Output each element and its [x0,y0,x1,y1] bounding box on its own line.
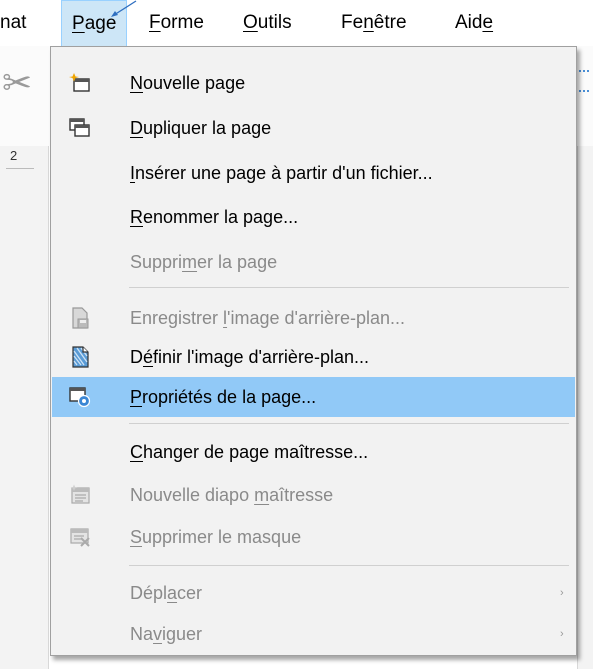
menu-item-label: Déplacer [130,573,202,613]
menu-item-enregistrer-image-arriere-plan[interactable]: Enregistrer l'image d'arrière-plan... [52,298,575,338]
label-pre: D [130,347,143,367]
menu-item-nouvelle-page[interactable]: Nouvelle page [52,63,575,103]
label-post: upprimer le masque [142,527,302,547]
submenu-arrow-icon: › [560,587,564,599]
menu-fenetre-mnemonic: n [363,12,374,33]
menu-page-mnemonic: P [72,13,85,34]
label-mnemonic: é [143,347,154,367]
menu-fenetre[interactable]: Fenêtre [341,0,407,46]
menu-bar: nat Page Forme Outils Fenêtre Aide [0,0,593,47]
label-post: ropriétés de la page... [142,387,317,407]
menu-outils-label: utils [257,12,292,33]
menu-item-label: Supprimer la page [130,242,277,282]
label-mnemonic: a [167,583,178,603]
label-mnemonic: P [130,387,143,407]
label-post: upliquer la page [143,118,272,138]
pointer-arrow-icon [111,0,137,17]
label-post: er la page [197,252,278,272]
label-pre: Dépl [130,583,168,603]
menu-item-label: Changer de page maîtresse... [130,432,368,472]
label-mnemonic: R [130,207,143,227]
save-background-icon [72,307,89,329]
vertical-ruler [0,146,49,669]
grid-icon[interactable] [575,70,589,92]
menu-aide-mnemonic: e [482,12,494,33]
menu-item-changer-page-maitresse[interactable]: Changer de page maîtresse... [52,432,575,472]
menu-item-label: Propriétés de la page... [130,377,316,417]
set-background-icon [72,346,89,368]
menu-format-label: nat [0,12,27,33]
duplicate-page-icon [69,118,90,137]
menu-aide-pre: Aid [455,12,483,33]
vertical-scrollbar[interactable] [577,146,593,669]
label-post: iguer [162,624,203,644]
menu-item-definir-image-arriere-plan[interactable]: Définir l'image d'arrière-plan... [52,337,575,377]
page-menu-dropdown: Nouvelle page Dupliquer la page Insérer … [50,46,577,656]
label-post: hanger de page maîtresse... [143,442,369,462]
menu-item-dupliquer-page[interactable]: Dupliquer la page [52,108,575,148]
submenu-arrow-icon: › [560,628,564,640]
label-pre: Suppri [130,252,183,272]
label-mnemonic: v [153,624,163,644]
menu-outils[interactable]: Outils [243,0,292,46]
menu-fenetre-pre: Fe [341,12,364,33]
menu-item-supprimer-masque[interactable]: Supprimer le masque [52,517,575,557]
label-post: ouvelle page [143,73,246,93]
page-properties-icon [69,387,91,408]
menu-item-label: Naviguer [130,614,202,654]
cut-icon[interactable]: ✂ [2,62,32,104]
menu-item-label: Nouvelle page [130,63,245,103]
menu-forme[interactable]: Forme [149,0,204,46]
ruler-number: 2 [10,148,18,163]
label-mnemonic: m [182,252,198,272]
label-pre: Enregistrer [130,308,224,328]
menu-item-deplacer[interactable]: Déplacer › [52,573,575,613]
menu-separator [129,287,569,288]
menu-item-proprietes-page[interactable]: Propriétés de la page... [52,377,575,417]
menu-item-nouvelle-diapo-maitresse[interactable]: Nouvelle diapo maîtresse [52,475,575,515]
menu-format[interactable]: nat [0,0,26,46]
label-pre: Na [130,624,154,644]
menu-outils-mnemonic: O [243,12,258,33]
delete-master-icon [70,528,90,547]
menu-item-label: Renommer la page... [130,197,298,237]
label-mnemonic: C [130,442,143,462]
new-page-icon [69,73,90,92]
label-post: finir l'image d'arrière-plan... [153,347,369,367]
label-post: 'image d'arrière-plan... [227,308,405,328]
label-pre: Nouvelle diapo [130,485,255,505]
menu-item-label: Définir l'image d'arrière-plan... [130,337,369,377]
menu-fenetre-post: être [373,12,407,33]
menu-aide[interactable]: Aide [455,0,493,46]
menu-item-renommer-page[interactable]: Renommer la page... [52,197,575,237]
menu-item-label: Supprimer le masque [130,517,301,557]
menu-separator [129,565,569,566]
menu-item-label: Dupliquer la page [130,108,271,148]
label-mnemonic: S [130,527,143,547]
label-mnemonic: D [130,118,143,138]
new-master-slide-icon [70,484,90,504]
menu-item-naviguer[interactable]: Naviguer › [52,614,575,654]
label-post: aîtresse [269,485,334,505]
label-post: nsérer une page à partir d'un fichier... [135,163,433,183]
menu-item-supprimer-page[interactable]: Supprimer la page [52,242,575,282]
ruler-divider [6,168,34,169]
label-post: enommer la page... [143,207,299,227]
menu-item-label: Insérer une page à partir d'un fichier..… [130,153,433,193]
menu-item-label: Nouvelle diapo maîtresse [130,475,333,515]
menu-forme-mnemonic: F [149,12,161,33]
menu-separator [129,423,569,424]
label-mnemonic: m [254,485,270,505]
menu-item-inserer-page-fichier[interactable]: Insérer une page à partir d'un fichier..… [52,153,575,193]
label-mnemonic: N [130,73,143,93]
menu-item-label: Enregistrer l'image d'arrière-plan... [130,298,405,338]
menu-forme-label: orme [160,12,204,33]
label-post: cer [177,583,203,603]
